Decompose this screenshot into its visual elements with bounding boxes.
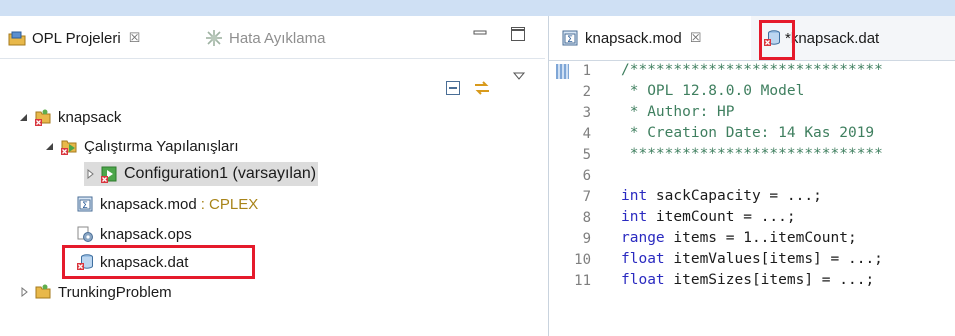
tree-item-run-configurations[interactable]: Çalıştırma Yapılanışları [44,134,239,158]
tree-item-label: knapsack [58,108,122,126]
close-icon[interactable]: ☒ [129,30,141,46]
tab-label: OPL Projeleri [32,29,121,47]
run-configs-icon [60,137,78,155]
project-icon [34,108,52,126]
tree-item-label: TrunkingProblem [58,283,172,301]
tree-item-label: knapsack.ops [100,225,192,243]
code-line: * Author: HP [621,104,735,120]
code-editor: Σ knapsack.mod ☒ *knapsack.dat 1 2 3 4 5… [548,16,955,336]
project-icon [34,283,52,301]
settings-file-icon [76,225,94,243]
tab-label: Hata Ayıklama [229,29,326,47]
opl-projects-view: OPL Projeleri ☒ Hata Ayıklama knapsack Ç… [0,16,545,336]
tab-debug[interactable]: Hata Ayıklama [205,27,325,49]
collapse-all-icon[interactable] [445,80,461,96]
code-line: ***************************** [621,146,883,162]
link-with-editor-icon[interactable] [473,80,489,96]
highlight-box-dat-file [62,245,255,279]
code-line: * OPL 12.8.0.0 Model [621,83,805,99]
tree-item-label: Çalıştırma Yapılanışları [84,137,239,155]
tab-label: *knapsack.dat [785,29,880,47]
code-area[interactable]: /***************************** * OPL 12.… [549,60,955,336]
collapsed-triangle-icon[interactable] [18,286,30,298]
code-text: itemSizes[items] = ...; [664,272,875,288]
svg-text:Σ: Σ [82,201,88,211]
view-menu-icon[interactable] [511,68,527,84]
code-text: itemCount = ...; [647,209,796,225]
code-line: float itemSizes[items] = ...; [621,272,874,288]
tab-opl-projects[interactable]: OPL Projeleri ☒ [8,27,140,49]
model-file-icon: Σ [561,29,579,47]
close-icon[interactable]: ☒ [690,30,702,46]
tree-item-configuration1[interactable]: Configuration1 (varsayılan) [84,162,319,186]
code-line: int sackCapacity = ...; [621,188,822,204]
tab-knapsack-mod[interactable]: Σ knapsack.mod ☒ [549,16,751,60]
expanded-triangle-icon[interactable] [18,111,30,123]
code-text: itemValues[items] = ...; [664,251,883,267]
code-line: range items = 1..itemCount; [621,230,857,246]
view-tab-bar: OPL Projeleri ☒ Hata Ayıklama [0,16,545,59]
code-text: sackCapacity = ...; [647,188,822,204]
code-text: items = 1..itemCount; [664,230,857,246]
opl-projects-icon [8,29,26,47]
tree-item-label: knapsack.mod [100,195,197,213]
debug-icon [205,29,223,47]
code-keyword: int [621,188,648,204]
code-line: int itemCount = ...; [621,209,796,225]
minimize-icon[interactable] [472,26,488,42]
code-keyword: int [621,209,648,225]
tree-item-knapsack-mod[interactable]: Σ knapsack.mod : CPLEX [60,192,258,216]
configuration-icon [100,165,118,183]
maximize-icon[interactable] [510,26,526,42]
code-line: float itemValues[items] = ...; [621,251,883,267]
collapsed-triangle-icon[interactable] [84,168,96,180]
expanded-triangle-icon[interactable] [44,140,56,152]
code-line: /***************************** [621,62,883,78]
tree-item-trunking-problem[interactable]: TrunkingProblem [18,280,172,304]
tree-item-knapsack-ops[interactable]: knapsack.ops [60,222,192,246]
tree-item-label: Configuration1 (varsayılan) [124,165,317,182]
model-file-icon: Σ [76,195,94,213]
code-keyword: float [621,251,665,267]
window-top-bar [0,0,955,16]
code-line: * Creation Date: 14 Kas 2019 [621,125,875,141]
tree-item-knapsack-project[interactable]: knapsack [18,105,121,129]
tab-label: knapsack.mod [585,29,682,47]
svg-text:Σ: Σ [567,35,573,45]
code-keyword: range [621,230,665,246]
editor-tab-bar: Σ knapsack.mod ☒ *knapsack.dat [549,16,955,61]
highlight-box-dat-icon [759,20,795,60]
tree-item-suffix: : CPLEX [200,195,259,213]
code-keyword: float [621,272,665,288]
